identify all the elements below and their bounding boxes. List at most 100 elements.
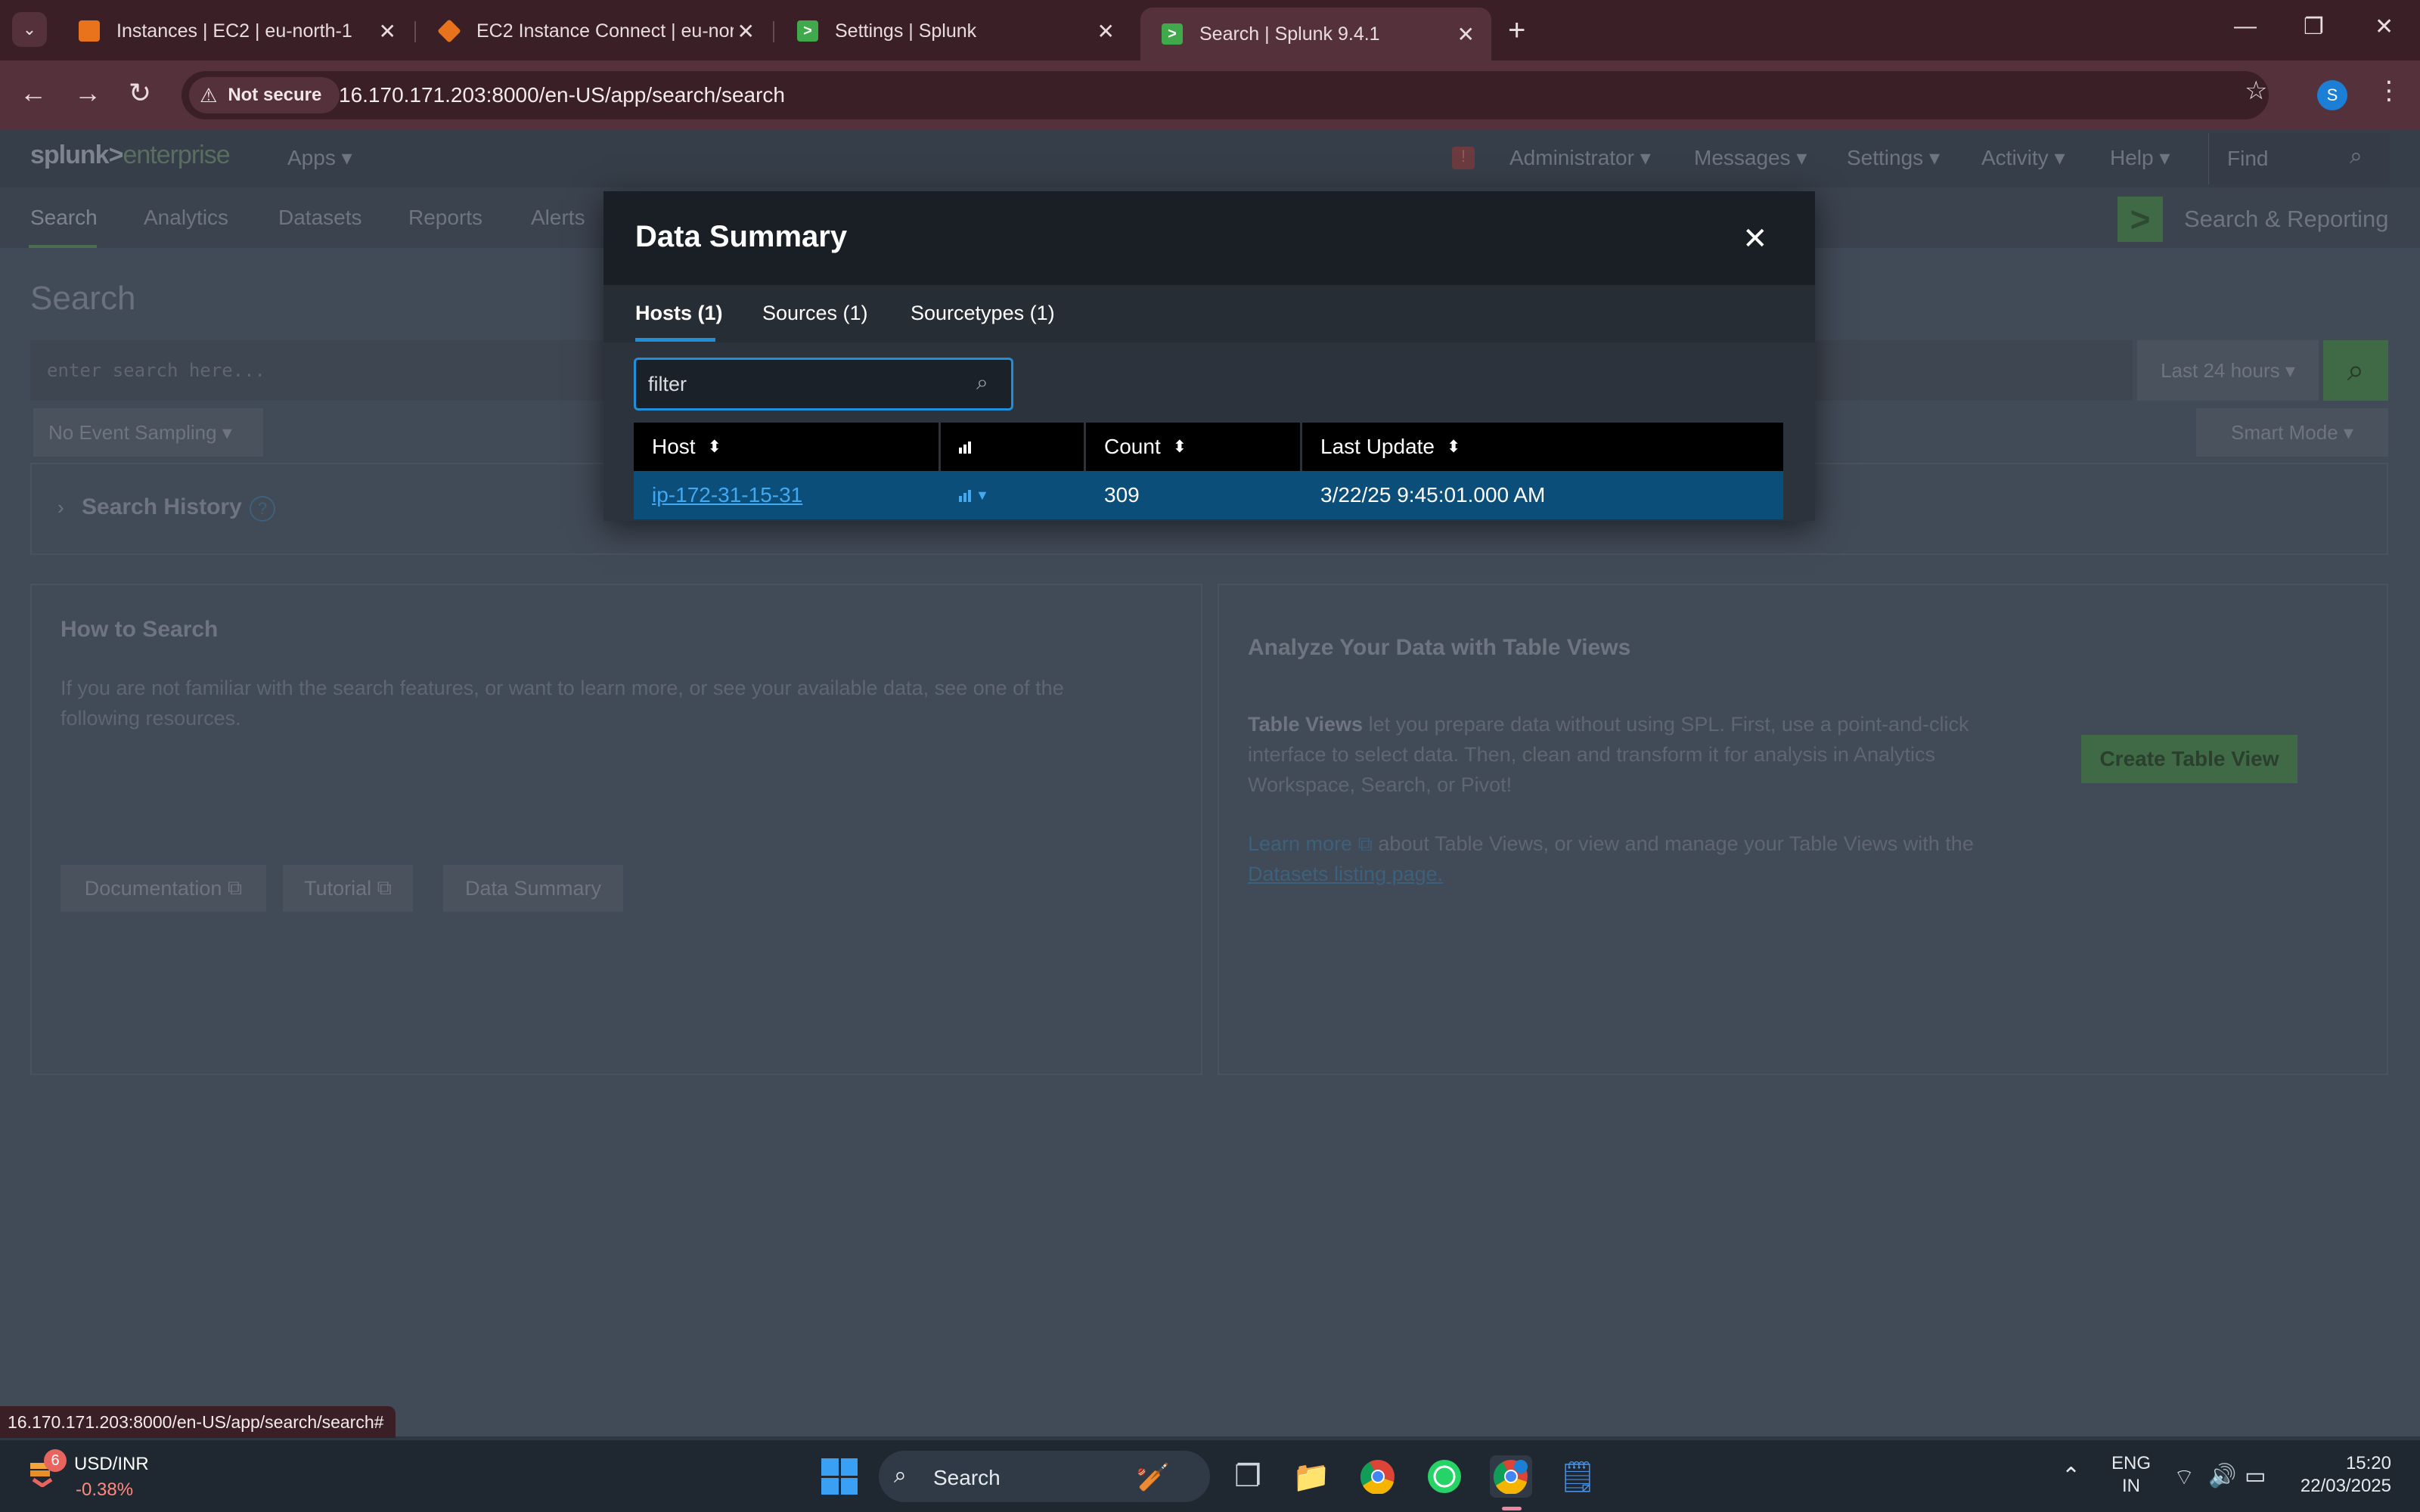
search-submit-button[interactable]: ⌕: [2323, 340, 2388, 401]
browser-tab-splunk-search[interactable]: > Search | Splunk 9.4.1 ✕: [1140, 8, 1491, 60]
create-table-view-button[interactable]: Create Table View: [2081, 735, 2297, 783]
region-code: IN: [2122, 1476, 2140, 1496]
settings-menu[interactable]: Settings ▾: [1847, 145, 1940, 170]
clock-time: 15:20: [2345, 1453, 2391, 1473]
bookmark-star-icon[interactable]: ☆: [2245, 76, 2267, 106]
filter-field[interactable]: ⌕: [634, 358, 1013, 411]
nav-reports[interactable]: Reports: [408, 206, 482, 230]
tab-title: Instances | EC2 | eu-north-1: [116, 20, 352, 42]
windows-start-icon[interactable]: [821, 1458, 858, 1495]
tab-sources[interactable]: Sources (1): [762, 302, 868, 325]
learn-more-link[interactable]: Learn more: [1248, 832, 1352, 855]
time-range-picker[interactable]: Last 24 hours ▾: [2137, 340, 2319, 401]
host-link[interactable]: ip-172-31-15-31: [652, 483, 802, 507]
forward-icon[interactable]: →: [74, 77, 101, 109]
wifi-icon[interactable]: ⌔: [2173, 1463, 2195, 1492]
tab-title: Settings | Splunk: [835, 20, 977, 42]
whatsapp-icon[interactable]: [1423, 1455, 1466, 1498]
widget-value: -0.38%: [76, 1479, 134, 1500]
profile-avatar[interactable]: S: [2317, 80, 2347, 110]
column-header-count[interactable]: Count ⬍: [1086, 423, 1302, 471]
close-window-icon[interactable]: ✕: [2375, 14, 2394, 40]
documentation-button[interactable]: Documentation ⧉: [60, 865, 266, 912]
tutorial-button[interactable]: Tutorial ⧉: [283, 865, 413, 912]
status-bar-url: 16.170.171.203:8000/en-US/app/search/sea…: [0, 1406, 396, 1438]
admin-menu[interactable]: Administrator ▾: [1509, 145, 1651, 170]
nav-datasets[interactable]: Datasets: [278, 206, 362, 230]
find-input[interactable]: Find ⌕: [2208, 133, 2390, 184]
column-header-last-update[interactable]: Last Update ⬍: [1302, 423, 1783, 471]
external-link-icon: ⧉: [377, 876, 392, 899]
alert-icon[interactable]: !: [1452, 147, 1475, 169]
chrome-icon[interactable]: [1357, 1455, 1399, 1498]
last-update-cell: 3/22/25 9:45:01.000 AM: [1320, 483, 1546, 507]
tab-title: EC2 Instance Connect | eu-nort: [476, 20, 734, 42]
activity-menu[interactable]: Activity ▾: [1981, 145, 2065, 170]
system-clock[interactable]: 15:20 22/03/2025: [2293, 1452, 2391, 1498]
search-mode-dropdown[interactable]: Smart Mode ▾: [2196, 408, 2388, 457]
host-cell: ip-172-31-15-31: [634, 471, 941, 519]
reload-icon[interactable]: ↻: [129, 77, 151, 109]
browser-tab-ec2-connect[interactable]: EC2 Instance Connect | eu-nort ✕: [417, 8, 771, 54]
address-bar[interactable]: ⚠ Not secure 16.170.171.203:8000/en-US/a…: [182, 71, 2269, 119]
aws-ec2-icon: [437, 19, 461, 43]
battery-icon[interactable]: ▭: [2245, 1463, 2266, 1489]
language-indicator[interactable]: ENG IN: [2111, 1452, 2151, 1498]
table-header: Host ⬍ Count ⬍ Last Update ⬍: [634, 423, 1783, 471]
nav-analytics[interactable]: Analytics: [144, 206, 228, 230]
chevron-up-icon[interactable]: ⌃: [2062, 1463, 2080, 1489]
datasets-listing-link[interactable]: Datasets listing page.: [1248, 863, 1443, 885]
splunk-logo[interactable]: splunk>enterprise: [30, 141, 231, 170]
language-code: ENG: [2111, 1453, 2152, 1473]
task-view-icon[interactable]: ❐: [1227, 1455, 1269, 1498]
nav-search[interactable]: Search: [30, 206, 98, 230]
sort-icon: ⬍: [1447, 437, 1461, 456]
tab-hosts[interactable]: Hosts (1): [635, 302, 723, 325]
browser-tab-splunk-settings[interactable]: > Settings | Splunk ✕: [776, 8, 1131, 54]
site-info-button[interactable]: ⚠ Not secure: [189, 77, 340, 113]
sort-icon: ⬍: [707, 437, 722, 456]
close-icon[interactable]: ✕: [737, 19, 755, 44]
new-tab-button[interactable]: +: [1508, 14, 1525, 48]
data-summary-button[interactable]: Data Summary: [443, 865, 623, 912]
notepad-icon[interactable]: 🗒: [1556, 1455, 1599, 1498]
close-icon[interactable]: ✕: [1742, 222, 1768, 256]
column-label: Count: [1104, 435, 1161, 458]
table-views-lead: Table Views: [1248, 713, 1364, 736]
url-text[interactable]: 16.170.171.203:8000/en-US/app/search/sea…: [339, 83, 785, 107]
help-icon[interactable]: ?: [250, 496, 275, 522]
panel-text-2: Learn more ⧉ about Table Views, or view …: [1248, 829, 2080, 889]
close-icon[interactable]: ✕: [1457, 22, 1475, 47]
caret-down-icon: ▼: [976, 487, 989, 503]
restore-icon[interactable]: ❐: [2304, 14, 2324, 40]
minimize-icon[interactable]: —: [2234, 14, 2257, 39]
notification-badge: 6: [44, 1449, 67, 1472]
sparkline-cell[interactable]: ▼: [941, 471, 1086, 519]
windows-taskbar: 6 USD/INR -0.38% ⌕ Search 🏏 ❐ 📁 🗒 ⌃ ENG …: [0, 1439, 2420, 1512]
back-icon[interactable]: ←: [20, 77, 47, 109]
event-sampling-dropdown[interactable]: No Event Sampling ▾: [33, 408, 263, 457]
browser-menu-icon[interactable]: ⋮: [2376, 76, 2402, 106]
tab-sourcetypes[interactable]: Sourcetypes (1): [911, 302, 1055, 325]
browser-tab-ec2-instances[interactable]: Instances | EC2 | eu-north-1 ✕: [57, 8, 413, 54]
file-explorer-icon[interactable]: 📁: [1290, 1455, 1333, 1498]
close-icon[interactable]: ✕: [379, 19, 396, 44]
taskbar-search[interactable]: ⌕ Search 🏏: [879, 1451, 1210, 1502]
help-menu[interactable]: Help ▾: [2110, 145, 2170, 170]
close-icon[interactable]: ✕: [1097, 19, 1115, 44]
sort-icon: ⬍: [1172, 437, 1187, 456]
widget-title: USD/INR: [74, 1454, 149, 1474]
volume-icon[interactable]: 🔊: [2208, 1463, 2236, 1489]
button-label: Data Summary: [464, 876, 602, 900]
column-header-host[interactable]: Host ⬍: [634, 423, 941, 471]
messages-menu[interactable]: Messages ▾: [1694, 145, 1807, 170]
nav-alerts[interactable]: Alerts: [531, 206, 585, 230]
tab-search-button[interactable]: ⌄: [12, 12, 47, 47]
count-cell: 309: [1104, 483, 1140, 507]
active-tab-indicator: [635, 338, 715, 342]
chrome-profile-icon[interactable]: [1490, 1455, 1532, 1498]
active-app-indicator: [1502, 1507, 1522, 1510]
apps-menu[interactable]: Apps ▾: [287, 145, 352, 170]
filter-input[interactable]: [648, 369, 966, 399]
splunk-icon: >: [797, 20, 818, 42]
